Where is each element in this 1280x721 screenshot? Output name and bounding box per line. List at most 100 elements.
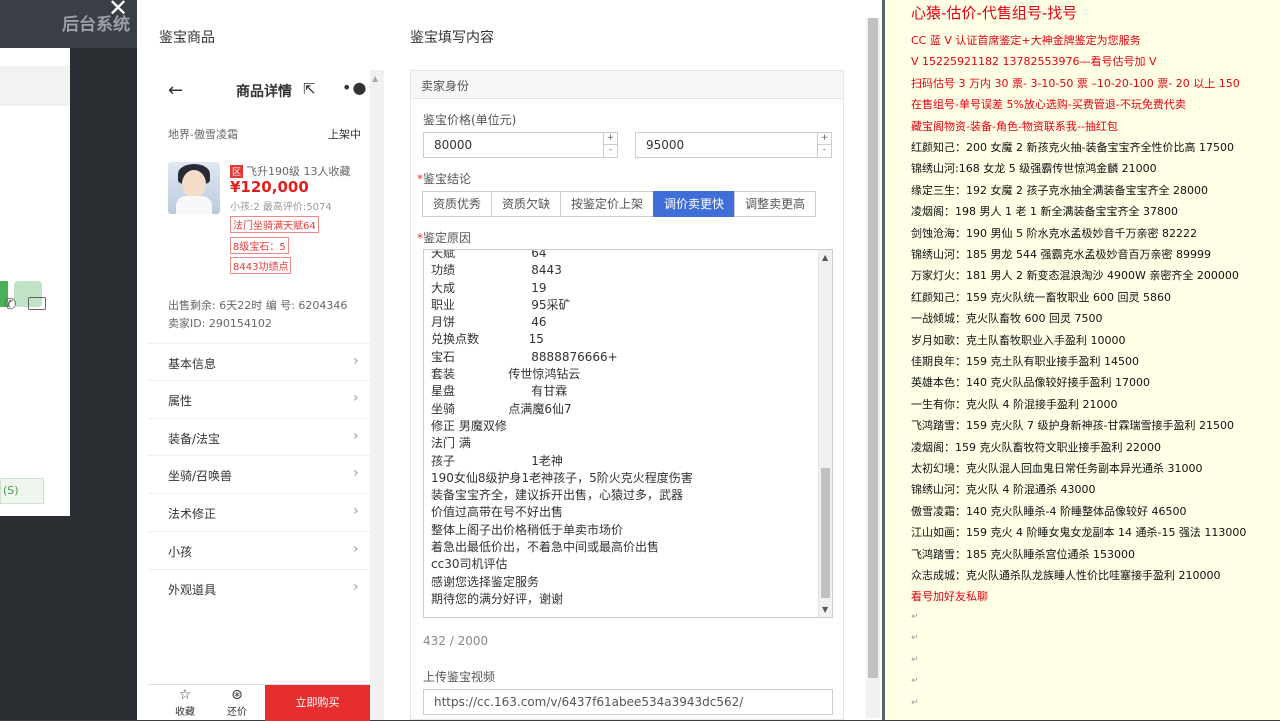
right-column-title: 鉴宝填写内容 xyxy=(410,30,494,46)
reason-textarea[interactable]: 天赋 64 功绩 8443 大成 19 职业 95采矿 月饼 46 兑换点数 15 宝石 8… xyxy=(423,249,833,618)
video-icon[interactable] xyxy=(28,297,46,310)
sale-status: 上架中 xyxy=(328,128,361,141)
note-line: 飞鸿踏雪：185 克火队睡杀宫位通杀 153000 xyxy=(911,547,1135,561)
chevron-right-icon: › xyxy=(353,428,359,444)
reason-line: 整体上阁子出价格稍低于单卖市场价 xyxy=(431,522,624,537)
option-lacking[interactable]: 资质欠缺 xyxy=(491,191,562,217)
menu-children[interactable]: 小孩 › xyxy=(148,531,370,568)
tag-chip: 8443功绩点 xyxy=(230,257,292,274)
character-avatar xyxy=(168,162,220,214)
note-line: 看号加好友私聊 xyxy=(911,590,988,604)
note-line: 万家灯火：181 男人 2 新变态混浪淘沙 4900W 亲密齐全 200000 xyxy=(911,269,1239,283)
reason-scrollbar[interactable]: ▲ ▼ xyxy=(818,250,832,617)
note-line: 锦绣山河：克火队 4 阶混通杀 43000 xyxy=(911,483,1096,497)
more-icon[interactable]: •●• xyxy=(342,78,370,97)
menu-spell-mod[interactable]: 法术修正 › xyxy=(148,493,370,530)
reason-line: 装备宝宝齐全，建议拆开出售，心猿过多，武器 xyxy=(431,488,684,503)
reason-line: 感谢您选择鉴定服务 xyxy=(431,574,540,589)
buy-now-button[interactable]: 立即购买 xyxy=(265,685,370,721)
menu-mounts-pets[interactable]: 坐骑/召唤兽 › xyxy=(148,455,370,492)
option-adjust-higher[interactable]: 调整卖更高 xyxy=(734,191,817,217)
price-high-input[interactable]: 95000 + - xyxy=(635,132,832,158)
appraisal-form: 卖家身份 鉴宝价格(单位元) 80000 + - 95000 + - *鉴宝结论 资… xyxy=(410,70,844,720)
product-sub-info: 小孩:2 最高评价:5074 xyxy=(230,202,332,213)
reason-line: cc30司机评估 xyxy=(431,557,508,572)
tag-chip: 法门坐骑满天赋64 xyxy=(230,216,319,233)
conclusion-label: *鉴宝结论 xyxy=(417,172,472,186)
menu-basic-info[interactable]: 基本信息 › xyxy=(148,343,370,380)
option-excellent[interactable]: 资质优秀 xyxy=(422,191,493,217)
note-line: 剑蚀沧海：190 男仙 5 阶水克水孟极妙音千万亲密 82222 xyxy=(911,226,1197,240)
coin-icon: ⊛ xyxy=(231,687,243,703)
char-count: 432 / 2000 xyxy=(423,634,489,648)
note-line: 凌烟阁：198 男人 1 老 1 新全满装备宝宝齐全 37800 xyxy=(911,205,1178,219)
chevron-right-icon: › xyxy=(353,579,359,595)
reason-line: 宝石 8888876666+ xyxy=(431,349,618,364)
reason-line: 天赋 64 xyxy=(431,249,547,260)
note-line: 一战倾城：克火队畜牧 600 回灵 7500 xyxy=(911,312,1103,326)
reason-line: 套装 传世惊鸿钻云 xyxy=(431,367,581,382)
note-line: 众志成城：克火队通杀队龙族睡人性价比哇塞接手盈利 210000 xyxy=(911,569,1221,582)
option-list-at-price[interactable]: 按鉴定价上架 xyxy=(560,191,655,217)
note-line: 英雄本色：140 克火队品像较好接手盈利 17000 xyxy=(911,376,1150,390)
note-line: 扫码估号 3 万内 30 票- 3-10-50 票 –10-20-100 票- … xyxy=(911,76,1240,90)
note-line: 锦绣山河：185 男龙 544 强霸克水孟极妙音百万亲密 89999 xyxy=(911,248,1211,261)
note-line: 红颜知己：159 克火队统一畜牧职业 600 回灵 5860 xyxy=(911,290,1171,304)
server-name: 地界-傲雪凌霜 xyxy=(168,128,238,141)
bargain-button[interactable]: ⊛ 还价 xyxy=(218,687,256,718)
note-line: 红颜知己：200 女魔 2 新孩克火抽-装备宝宝齐全性价比高 17500 xyxy=(911,141,1234,154)
product-detail-title: 商品详情 xyxy=(236,84,292,100)
paragraph-mark-icon: ↵ xyxy=(911,654,919,665)
menu-attributes[interactable]: 属性 › xyxy=(148,380,370,417)
background-title-bar: 后台系统 ✕ xyxy=(0,0,137,48)
reason-line: 190女仙8级护身1老神孩子，5阶火克火程度伤害 xyxy=(431,470,693,485)
send-button[interactable]: (S) xyxy=(0,478,44,504)
reason-label: *鉴定原因 xyxy=(417,231,472,245)
server-badge-icon: 区 xyxy=(230,165,244,178)
reason-line: 兑换点数 15 xyxy=(431,332,544,347)
sale-meta: 出售剩余: 6天22时 编 号: 6204346 xyxy=(168,299,348,312)
favorite-button[interactable]: ☆ 收藏 xyxy=(166,687,204,718)
notes-document: 心猿-估价-代售组号-找号 CC 蓝 V 认证首席鉴定+大神金牌鉴定为您服务 V … xyxy=(882,0,1280,720)
reason-line: 着急出最低价出，不着急中间或最高价出售 xyxy=(431,540,660,555)
video-url-input[interactable]: https://cc.163.com/v/6437f61abee534a3943… xyxy=(423,689,833,715)
level-info: 飞升190级 13人收藏 xyxy=(246,165,351,178)
price-high-stepper[interactable]: + - xyxy=(817,133,831,157)
conclusion-options: 资质优秀 资质欠缺 按鉴定价上架 调价卖更快 调整卖更高 xyxy=(422,191,817,217)
note-line: 凌烟阁：159 克火队畜牧符文职业接手盈利 22000 xyxy=(911,440,1161,454)
star-icon: ☆ xyxy=(178,687,192,703)
chevron-right-icon: › xyxy=(353,390,359,406)
seller-identity-header: 卖家身份 xyxy=(411,71,843,99)
option-adjust-faster[interactable]: 调价卖更快 xyxy=(653,191,736,217)
chevron-right-icon: › xyxy=(353,503,359,519)
reason-line: 坐骑 点满魔6仙7 xyxy=(431,401,572,416)
phone-icon[interactable]: ✆ xyxy=(4,295,17,313)
scroll-thumb[interactable] xyxy=(821,468,830,598)
note-line: 一生有你：克火队 4 阶混接手盈利 21000 xyxy=(911,397,1118,411)
reason-line: 期待您的满分好评，谢谢 xyxy=(431,591,564,606)
chat-panel: ✆ (S) xyxy=(0,48,70,516)
menu-appearance[interactable]: 外观道具 › xyxy=(148,569,370,606)
note-line: 飞鸿踏雪：159 克火队 7 级护身新神孩-甘霖瑞雪接手盈利 21500 xyxy=(911,419,1234,433)
share-icon[interactable]: ⇱ xyxy=(303,80,316,98)
menu-equipment[interactable]: 装备/法宝 › xyxy=(148,418,370,455)
chevron-right-icon: › xyxy=(353,353,359,369)
background-window: 后台系统 ✕ ✆ (S) xyxy=(0,0,137,720)
scroll-up-icon[interactable]: ▲ xyxy=(822,253,828,262)
back-arrow-icon[interactable]: ← xyxy=(168,80,183,101)
phone-header: ← 商品详情 ⇱ •●• xyxy=(148,70,370,110)
chat-nav xyxy=(0,66,70,106)
note-line: 岁月如歌：克土队畜牧职业入手盈利 10000 xyxy=(911,333,1126,347)
dialog-scrollbar[interactable] xyxy=(866,18,880,718)
note-line: V 15225921182 13782553976—看号估号加 V xyxy=(911,55,1157,69)
product-price: ¥120,000 xyxy=(230,178,309,196)
close-icon[interactable]: ✕ xyxy=(108,0,128,22)
price-low-stepper[interactable]: + - xyxy=(603,133,617,157)
note-line: 在售组号-单号误差 5%放心选购-买费管退-不玩免费代卖 xyxy=(911,98,1186,112)
paragraph-mark-icon: ↵ xyxy=(911,676,919,687)
preview-scrollbar[interactable]: ▲ xyxy=(370,70,384,720)
scroll-down-icon[interactable]: ▼ xyxy=(822,605,828,614)
dialog-scroll-thumb[interactable] xyxy=(868,18,878,678)
left-column-title: 鉴宝商品 xyxy=(159,30,215,46)
price-low-input[interactable]: 80000 + - xyxy=(423,132,618,158)
